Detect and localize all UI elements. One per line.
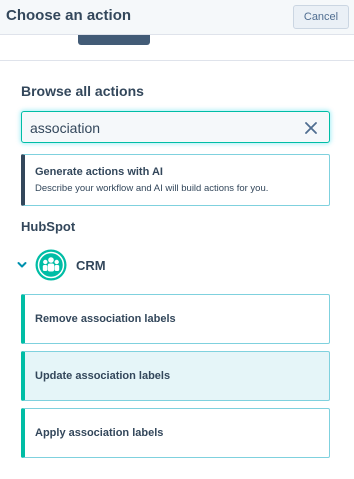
crm-people-icon bbox=[35, 249, 67, 281]
cancel-button[interactable]: Cancel bbox=[293, 5, 349, 29]
action-label: Apply association labels bbox=[35, 427, 164, 439]
divider bbox=[0, 60, 354, 61]
ai-card-description: Describe your workflow and AI will build… bbox=[35, 183, 269, 194]
chevron-down-icon[interactable] bbox=[17, 261, 27, 269]
panel-title: Choose an action bbox=[6, 7, 132, 24]
ai-generate-card[interactable]: Generate actions with AI Describe your w… bbox=[21, 154, 330, 206]
action-apply-association-labels[interactable]: Apply association labels bbox=[21, 408, 330, 458]
crm-category-label[interactable]: CRM bbox=[76, 258, 106, 273]
action-update-association-labels[interactable]: Update association labels bbox=[21, 351, 330, 401]
clear-search-icon[interactable] bbox=[305, 122, 317, 134]
panel-header: Choose an action Cancel bbox=[0, 0, 354, 35]
action-label: Update association labels bbox=[35, 370, 171, 382]
search-input[interactable] bbox=[30, 118, 290, 138]
partially-hidden-button[interactable] bbox=[78, 35, 150, 45]
group-title: HubSpot bbox=[21, 219, 76, 234]
ai-card-title: Generate actions with AI bbox=[35, 166, 163, 178]
section-title: Browse all actions bbox=[21, 83, 144, 99]
action-remove-association-labels[interactable]: Remove association labels bbox=[21, 294, 330, 344]
search-box[interactable] bbox=[21, 111, 330, 143]
action-label: Remove association labels bbox=[35, 313, 176, 325]
